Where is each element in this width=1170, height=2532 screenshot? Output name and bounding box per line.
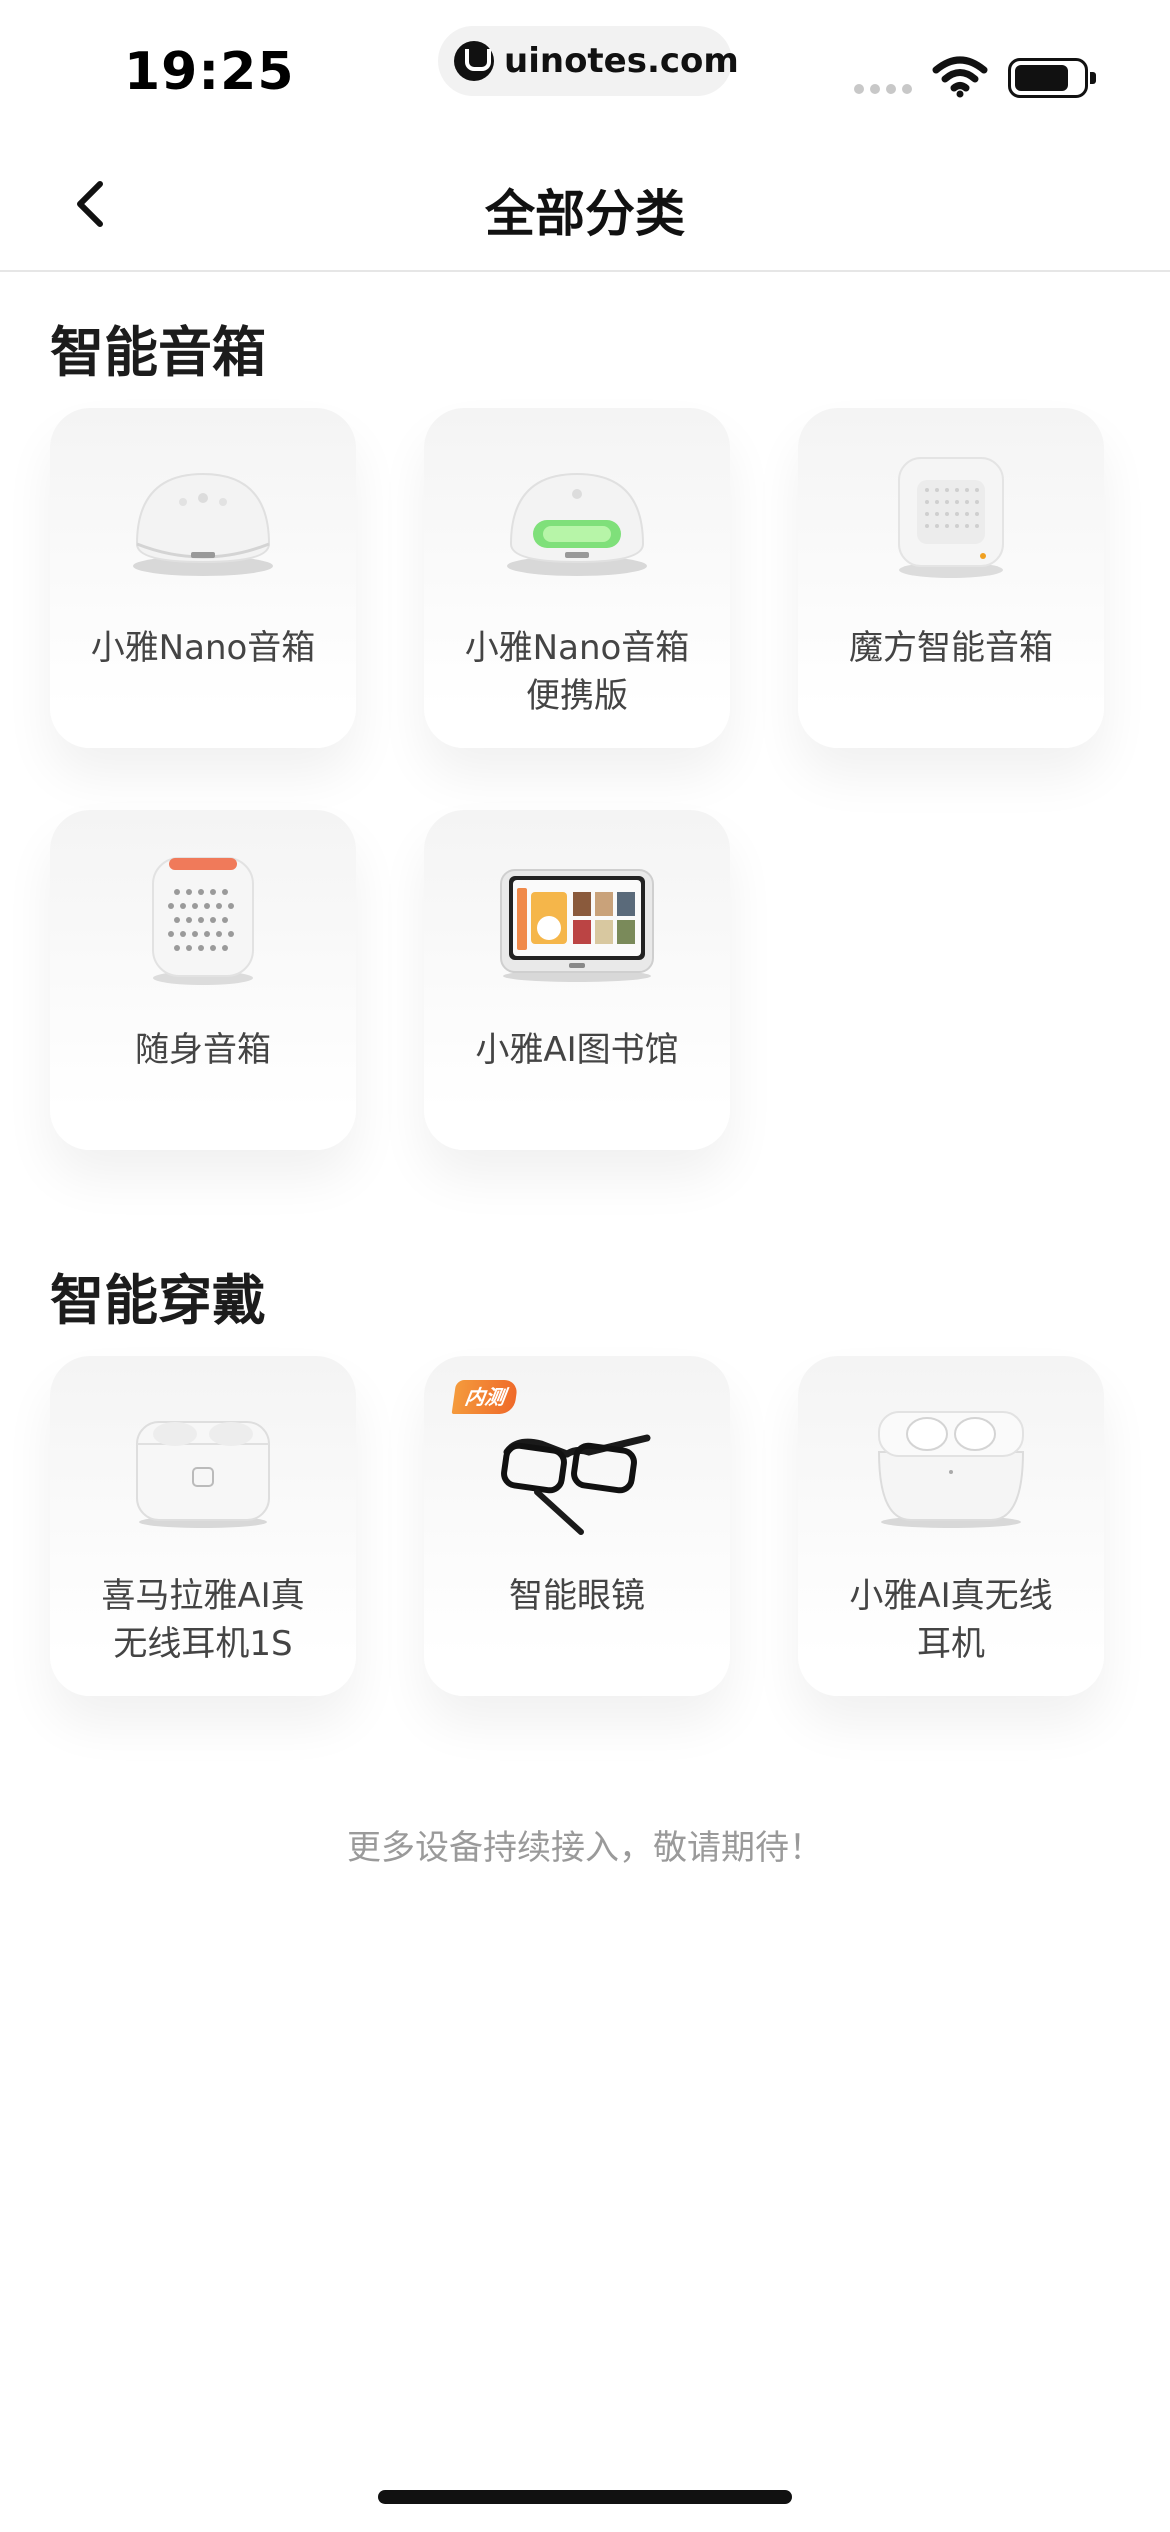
status-time: 19:25 <box>124 42 295 102</box>
device-label: 小雅AI真无线 耳机 <box>849 1576 1053 1664</box>
device-label: 小雅AI图书馆 <box>475 1030 679 1070</box>
page-title: 全部分类 <box>485 185 685 243</box>
device-card-cube-speaker[interactable]: 魔方智能音箱 <box>798 408 1104 748</box>
battery-icon <box>1008 58 1096 98</box>
section-title-wearables: 智能穿戴 <box>50 1269 266 1332</box>
device-label: 随身音箱 <box>135 1030 271 1070</box>
home-indicator[interactable] <box>378 2490 792 2504</box>
earbuds-case-icon <box>136 1421 270 1528</box>
footer-note: 更多设备持续接入，敬请期待！ <box>347 1828 823 1868</box>
smart-glasses-icon <box>501 1434 651 1535</box>
smart-display-icon <box>500 869 654 982</box>
device-card-nano-speaker[interactable]: 小雅Nano音箱 <box>50 408 356 748</box>
device-label: 智能眼镜 <box>509 1576 645 1616</box>
status-bar: 19:25 uinotes.com <box>0 0 1170 140</box>
pocket-speaker-icon <box>152 857 254 985</box>
device-label: 小雅Nano音箱 <box>90 628 316 668</box>
cellular-signal-icon <box>854 84 912 94</box>
smart-speaker-dome-icon <box>133 472 273 576</box>
device-card-nano-portable[interactable]: 小雅Nano音箱 便携版 <box>424 408 730 748</box>
portable-speaker-green-icon <box>507 472 647 576</box>
device-card-ai-library[interactable]: 小雅AI图书馆 <box>424 810 730 1150</box>
cube-speaker-icon <box>898 457 1004 578</box>
device-card-earbuds-1s[interactable]: 喜马拉雅AI真 无线耳机1S <box>50 1356 356 1696</box>
earbuds-white-icon <box>877 1411 1025 1528</box>
device-label: 魔方智能音箱 <box>849 628 1053 668</box>
device-card-ai-earbuds[interactable]: 小雅AI真无线 耳机 <box>798 1356 1104 1696</box>
wifi-icon <box>932 56 988 98</box>
site-logo-icon <box>454 41 494 81</box>
section-title-smart-speakers: 智能音箱 <box>50 321 266 384</box>
nav-bar: 全部分类 <box>0 140 1170 272</box>
url-text: uinotes.com <box>504 41 739 81</box>
device-card-pocket-speaker[interactable]: 随身音箱 <box>50 810 356 1150</box>
device-label: 小雅Nano音箱 便携版 <box>464 628 690 716</box>
device-card-smart-glasses[interactable]: 内测 智能眼镜 <box>424 1356 730 1696</box>
url-pill: uinotes.com <box>438 26 739 96</box>
device-label: 喜马拉雅AI真 无线耳机1S <box>101 1576 305 1664</box>
